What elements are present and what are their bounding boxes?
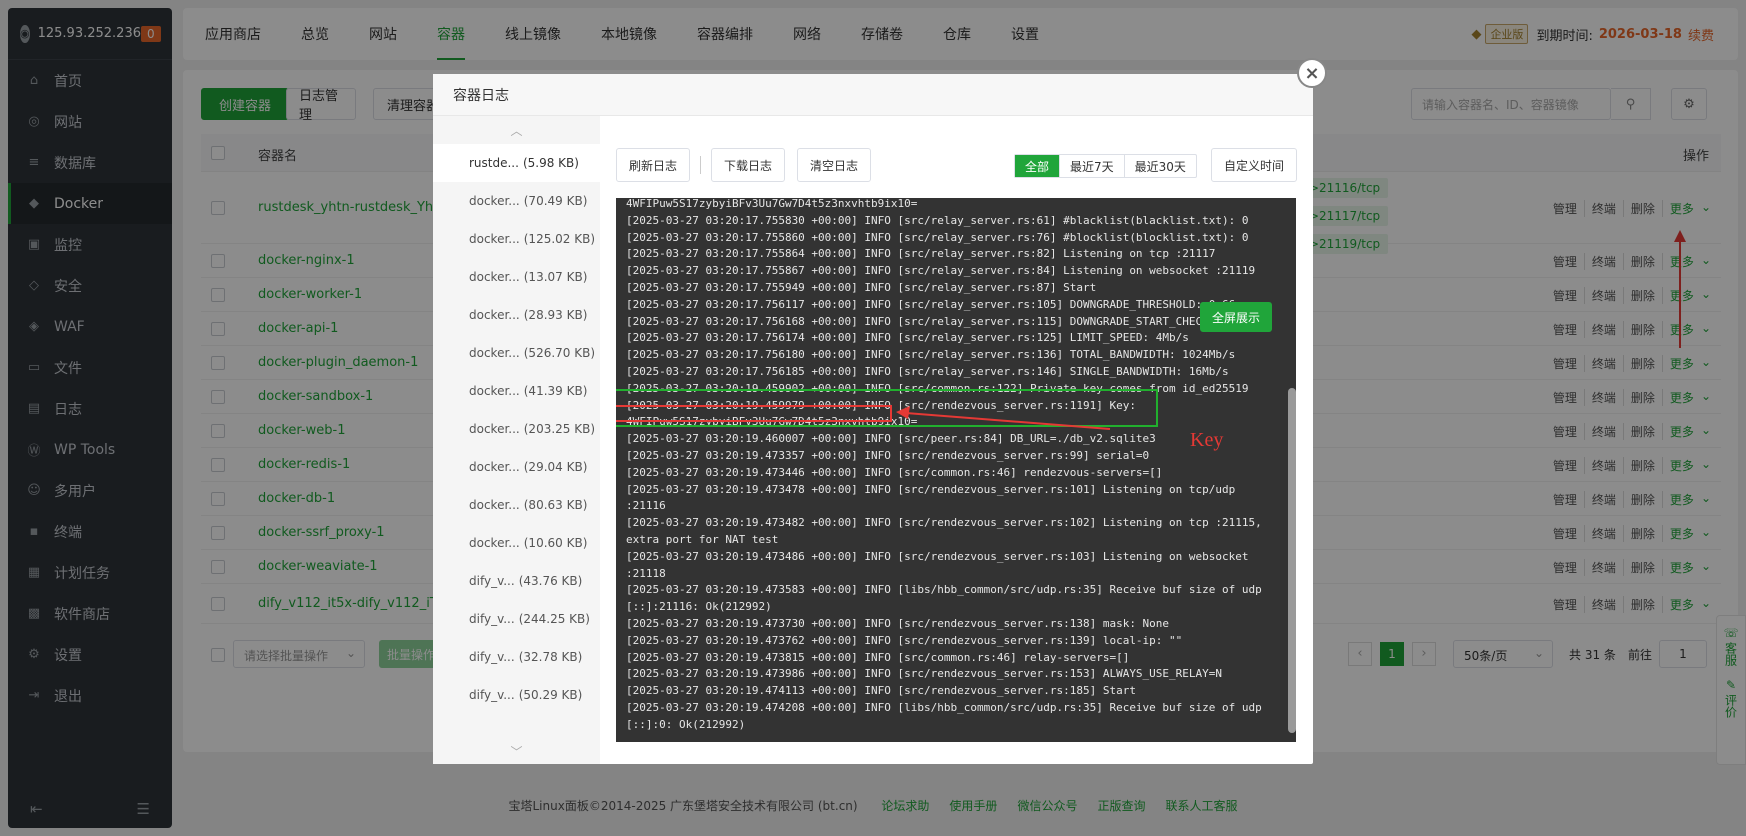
log-file-name: docker...: [469, 346, 520, 360]
log-file-item[interactable]: dify_v... (32.78 KB): [433, 638, 600, 676]
log-file-name: dify_v...: [469, 650, 515, 664]
divider: [700, 156, 701, 174]
log-file-name: dify_v...: [469, 612, 515, 626]
key-arrow-annotation: [896, 406, 1111, 430]
clear-log-button[interactable]: 清空日志: [797, 148, 871, 182]
log-pane: 刷新日志 下载日志 清空日志 全部 最近7天 最近30天 自定义时间 4WFIPuw…: [600, 116, 1313, 764]
log-file-name: docker...: [469, 232, 520, 246]
log-file-size: (125.02 KB): [523, 232, 596, 246]
log-file-list: ︿ rustde... (5.98 KB) docker... (70.49 KB) d…: [433, 116, 600, 764]
download-log-button[interactable]: 下载日志: [711, 148, 785, 182]
log-file-size: (13.07 KB): [523, 270, 588, 284]
close-icon[interactable]: ×: [1297, 58, 1327, 88]
log-file-size: (10.60 KB): [523, 536, 588, 550]
log-file-name: docker...: [469, 194, 520, 208]
log-file-item[interactable]: dify_v... (43.76 KB): [433, 562, 600, 600]
range-option-2[interactable]: 最近30天: [1123, 155, 1196, 177]
log-file-name: dify_v...: [469, 688, 515, 702]
log-file-size: (41.39 KB): [523, 384, 588, 398]
log-file-name: dify_v...: [469, 574, 515, 588]
log-file-size: (70.49 KB): [523, 194, 588, 208]
log-file-size: (526.70 KB): [523, 346, 596, 360]
log-file-size: (50.29 KB): [518, 688, 583, 702]
log-file-item[interactable]: docker... (526.70 KB): [433, 334, 600, 372]
log-file-item[interactable]: docker... (80.63 KB): [433, 486, 600, 524]
key-annotation-label: Key: [1190, 429, 1224, 451]
container-log-modal: 容器日志 × ︿ rustde... (5.98 KB) docker... (70.…: [433, 58, 1327, 764]
log-file-name: docker...: [469, 308, 520, 322]
log-file-item[interactable]: docker... (70.49 KB): [433, 182, 600, 220]
log-file-size: (5.98 KB): [522, 156, 579, 170]
log-file-item[interactable]: docker... (29.04 KB): [433, 448, 600, 486]
log-file-size: (244.25 KB): [518, 612, 590, 626]
log-file-item[interactable]: docker... (41.39 KB): [433, 372, 600, 410]
log-toolbar: 刷新日志 下载日志 清空日志 全部 最近7天 最近30天 自定义时间: [616, 148, 1297, 182]
log-file-name: docker...: [469, 460, 520, 474]
log-text: 4WFIPuw5S17zybyiBFv3Uu7Gw7D4t5z3nxvhtb9i…: [626, 198, 1262, 731]
key-value-highlight: [616, 405, 892, 422]
log-file-item[interactable]: dify_v... (50.29 KB): [433, 676, 600, 714]
log-file-item[interactable]: docker... (28.93 KB): [433, 296, 600, 334]
log-viewer[interactable]: 4WFIPuw5S17zybyiBFv3Uu7Gw7D4t5z3nxvhtb9i…: [616, 198, 1296, 742]
log-file-name: docker...: [469, 536, 520, 550]
log-file-name: docker...: [469, 384, 520, 398]
log-file-item[interactable]: docker... (10.60 KB): [433, 524, 600, 562]
log-file-item[interactable]: rustde... (5.98 KB): [433, 144, 600, 182]
log-file-item[interactable]: docker... (13.07 KB): [433, 258, 600, 296]
range-option-0[interactable]: 全部: [1015, 155, 1060, 177]
log-file-item[interactable]: dify_v... (244.25 KB): [433, 600, 600, 638]
log-file-size: (203.25 KB): [523, 422, 596, 436]
log-file-name: docker...: [469, 270, 520, 284]
time-range-group: 全部 最近7天 最近30天: [1014, 154, 1197, 178]
custom-time-button[interactable]: 自定义时间: [1211, 148, 1297, 182]
log-file-item[interactable]: docker... (125.02 KB): [433, 220, 600, 258]
chevron-down-icon[interactable]: ﹀: [433, 738, 600, 764]
log-file-size: (29.04 KB): [523, 460, 588, 474]
log-file-size: (28.93 KB): [523, 308, 588, 322]
log-file-name: docker...: [469, 498, 520, 512]
range-option-1[interactable]: 最近7天: [1059, 155, 1124, 177]
chevron-up-icon[interactable]: ︿: [433, 116, 600, 144]
log-file-size: (32.78 KB): [518, 650, 583, 664]
modal-title: 容器日志: [433, 74, 1313, 116]
log-file-size: (43.76 KB): [518, 574, 583, 588]
refresh-log-button[interactable]: 刷新日志: [616, 148, 690, 182]
log-file-name: rustde...: [469, 156, 519, 170]
log-scrollbar[interactable]: [1288, 388, 1296, 733]
log-file-name: docker...: [469, 422, 520, 436]
log-file-item[interactable]: docker... (203.25 KB): [433, 410, 600, 448]
fullscreen-button[interactable]: 全屏展示: [1200, 302, 1273, 332]
log-file-items: rustde... (5.98 KB) docker... (70.49 KB) doc…: [433, 144, 600, 714]
log-file-size: (80.63 KB): [523, 498, 588, 512]
